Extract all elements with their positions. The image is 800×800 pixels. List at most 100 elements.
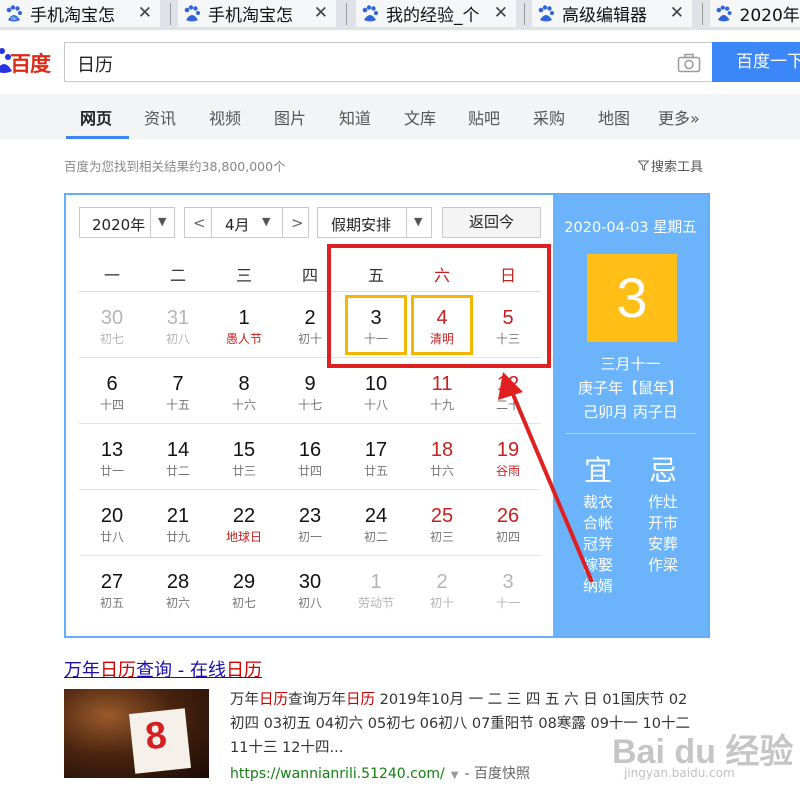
nav-tab-more[interactable]: 更多» bbox=[658, 105, 700, 129]
watermark-url: jingyan.baidu.com bbox=[624, 766, 735, 780]
close-icon[interactable]: ✕ bbox=[314, 3, 328, 23]
nav-tab-video[interactable]: 视频 bbox=[209, 105, 241, 129]
lunar-label: 劳动节 bbox=[357, 596, 394, 610]
browser-tab[interactable]: 我的经验_个 ✕ bbox=[356, 0, 516, 27]
lunar-label: 廿五 bbox=[363, 464, 388, 478]
calendar-day[interactable]: 15 廿三 bbox=[213, 427, 275, 487]
back-to-today-button[interactable]: 返回今 bbox=[442, 207, 541, 238]
month-select[interactable]: < 4月 ▼ > bbox=[184, 207, 309, 238]
year-select[interactable]: 2020年 ▼ bbox=[79, 207, 175, 238]
search-tools-button[interactable]: 搜索工具 bbox=[637, 156, 703, 175]
calendar-day[interactable]: 30 初七 bbox=[81, 295, 143, 355]
lunar-label: 初八 bbox=[165, 332, 190, 346]
nav-tab-images[interactable]: 图片 bbox=[274, 105, 306, 129]
calendar-day[interactable]: 29 初七 bbox=[213, 559, 275, 619]
day-number: 12 bbox=[496, 373, 520, 395]
lunar-label: 初七 bbox=[99, 332, 124, 346]
search-nav: 网页 资讯 视频 图片 知道 文库 贴吧 采购 地图 更多» bbox=[0, 94, 800, 139]
close-icon[interactable]: ✕ bbox=[138, 3, 152, 23]
divider bbox=[79, 555, 541, 556]
lunar-label: 十四 bbox=[99, 398, 124, 412]
next-month-button[interactable]: > bbox=[291, 214, 304, 232]
filter-icon bbox=[637, 160, 650, 175]
yi-item: 纳婿 bbox=[583, 577, 614, 595]
lunar-label: 初十 bbox=[429, 596, 454, 610]
nav-tab-shopping[interactable]: 采购 bbox=[533, 105, 565, 129]
result-title-link[interactable]: 万年日历查询 - 在线日历 bbox=[64, 656, 262, 682]
logo-text: 百度 bbox=[10, 52, 51, 76]
calendar-day[interactable]: 11 十九 bbox=[411, 361, 473, 421]
search-button[interactable]: 百度一下 bbox=[712, 42, 800, 82]
yi-item: 冠笄 bbox=[583, 535, 614, 553]
calendar-day[interactable]: 23 初一 bbox=[279, 493, 341, 553]
calendar-day[interactable]: 19 谷雨 bbox=[477, 427, 539, 487]
day-number: 29 bbox=[232, 571, 256, 593]
result-count: 百度为您找到相关结果约38,800,000个 bbox=[64, 159, 286, 174]
tab-separator bbox=[702, 3, 703, 25]
prev-month-button[interactable]: < bbox=[193, 214, 206, 232]
close-icon[interactable]: ✕ bbox=[494, 3, 508, 23]
camera-icon[interactable] bbox=[677, 53, 701, 73]
calendar-day[interactable]: 31 初八 bbox=[147, 295, 209, 355]
calendar-day[interactable]: 3 十一 bbox=[477, 559, 539, 619]
calendar-day[interactable]: 27 初五 bbox=[81, 559, 143, 619]
lunar-label: 廿三 bbox=[231, 464, 256, 478]
nav-tab-tieba[interactable]: 贴吧 bbox=[468, 105, 500, 129]
holiday-select[interactable]: 假期安排 ▼ bbox=[317, 207, 432, 238]
chevron-down-icon[interactable]: ▼ bbox=[451, 770, 459, 781]
divider bbox=[150, 208, 151, 237]
search-input[interactable]: 日历 bbox=[77, 51, 113, 77]
lunar-label: 二十 bbox=[495, 398, 520, 412]
ji-title: 忌 bbox=[649, 454, 678, 487]
calendar-day[interactable]: 13 廿一 bbox=[81, 427, 143, 487]
browser-tab[interactable]: 手机淘宝怎 ✕ bbox=[178, 0, 336, 27]
snippet-text: 查询万年 bbox=[288, 692, 346, 708]
calendar-day[interactable]: 21 廿九 bbox=[147, 493, 209, 553]
lunar-label: 廿二 bbox=[165, 464, 190, 478]
calendar-day[interactable]: 8 十六 bbox=[213, 361, 275, 421]
calendar-day[interactable]: 28 初六 bbox=[147, 559, 209, 619]
calendar-day[interactable]: 24 初二 bbox=[345, 493, 407, 553]
day-number: 14 bbox=[166, 439, 190, 461]
search-box[interactable]: 日历 bbox=[64, 42, 712, 82]
calendar-day[interactable]: 2 初十 bbox=[411, 559, 473, 619]
calendar-day[interactable]: 7 十五 bbox=[147, 361, 209, 421]
nav-tab-zhidao[interactable]: 知道 bbox=[339, 105, 371, 129]
calendar-day[interactable]: 26 初四 bbox=[477, 493, 539, 553]
calendar-day[interactable]: 12 二十 bbox=[477, 361, 539, 421]
calendar-day[interactable]: 1 劳动节 bbox=[345, 559, 407, 619]
yi-title: 宜 bbox=[584, 454, 613, 487]
result-url[interactable]: https://wannianrili.51240.com/ ▼ - 百度快照 bbox=[230, 763, 530, 783]
calendar-day[interactable]: 25 初三 bbox=[411, 493, 473, 553]
snapshot-link[interactable]: - 百度快照 bbox=[464, 766, 530, 782]
calendar-day[interactable]: 9 十七 bbox=[279, 361, 341, 421]
result-thumbnail[interactable]: 8 bbox=[64, 689, 209, 778]
calendar-day[interactable]: 6 十四 bbox=[81, 361, 143, 421]
day-number: 28 bbox=[166, 571, 190, 593]
calendar-day[interactable]: 18 廿六 bbox=[411, 427, 473, 487]
lunar-label: 初七 bbox=[231, 596, 256, 610]
calendar-day[interactable]: 17 廿五 bbox=[345, 427, 407, 487]
snippet-highlight: 日历 bbox=[259, 692, 288, 708]
close-icon[interactable]: ✕ bbox=[670, 3, 684, 23]
browser-tab[interactable]: du 手机淘宝怎 ✕ bbox=[0, 0, 160, 27]
calendar-day[interactable]: 20 廿八 bbox=[81, 493, 143, 553]
nav-tab-news[interactable]: 资讯 bbox=[144, 105, 176, 129]
title-highlight: 日历 bbox=[100, 660, 136, 681]
calendar-day[interactable]: 14 廿二 bbox=[147, 427, 209, 487]
nav-tab-map[interactable]: 地图 bbox=[598, 105, 630, 129]
calendar-day[interactable]: 22 地球日 bbox=[213, 493, 275, 553]
calendar-day[interactable]: 10 十八 bbox=[345, 361, 407, 421]
browser-tab[interactable]: 2020年 bbox=[710, 0, 800, 27]
lunar-label: 十七 bbox=[297, 398, 322, 412]
calendar-day[interactable]: 1 愚人节 bbox=[213, 295, 275, 355]
lunar-label: 初一 bbox=[297, 530, 322, 544]
nav-tab-wenku[interactable]: 文库 bbox=[404, 105, 436, 129]
thumbnail-digit: 8 bbox=[143, 714, 169, 759]
day-number: 6 bbox=[106, 373, 118, 395]
nav-tab-web[interactable]: 网页 bbox=[80, 105, 112, 129]
browser-tab[interactable]: 高级编辑器 ✕ bbox=[532, 0, 692, 27]
baidu-logo[interactable]: 百度 bbox=[0, 41, 60, 81]
calendar-day[interactable]: 16 廿四 bbox=[279, 427, 341, 487]
calendar-day[interactable]: 30 初八 bbox=[279, 559, 341, 619]
